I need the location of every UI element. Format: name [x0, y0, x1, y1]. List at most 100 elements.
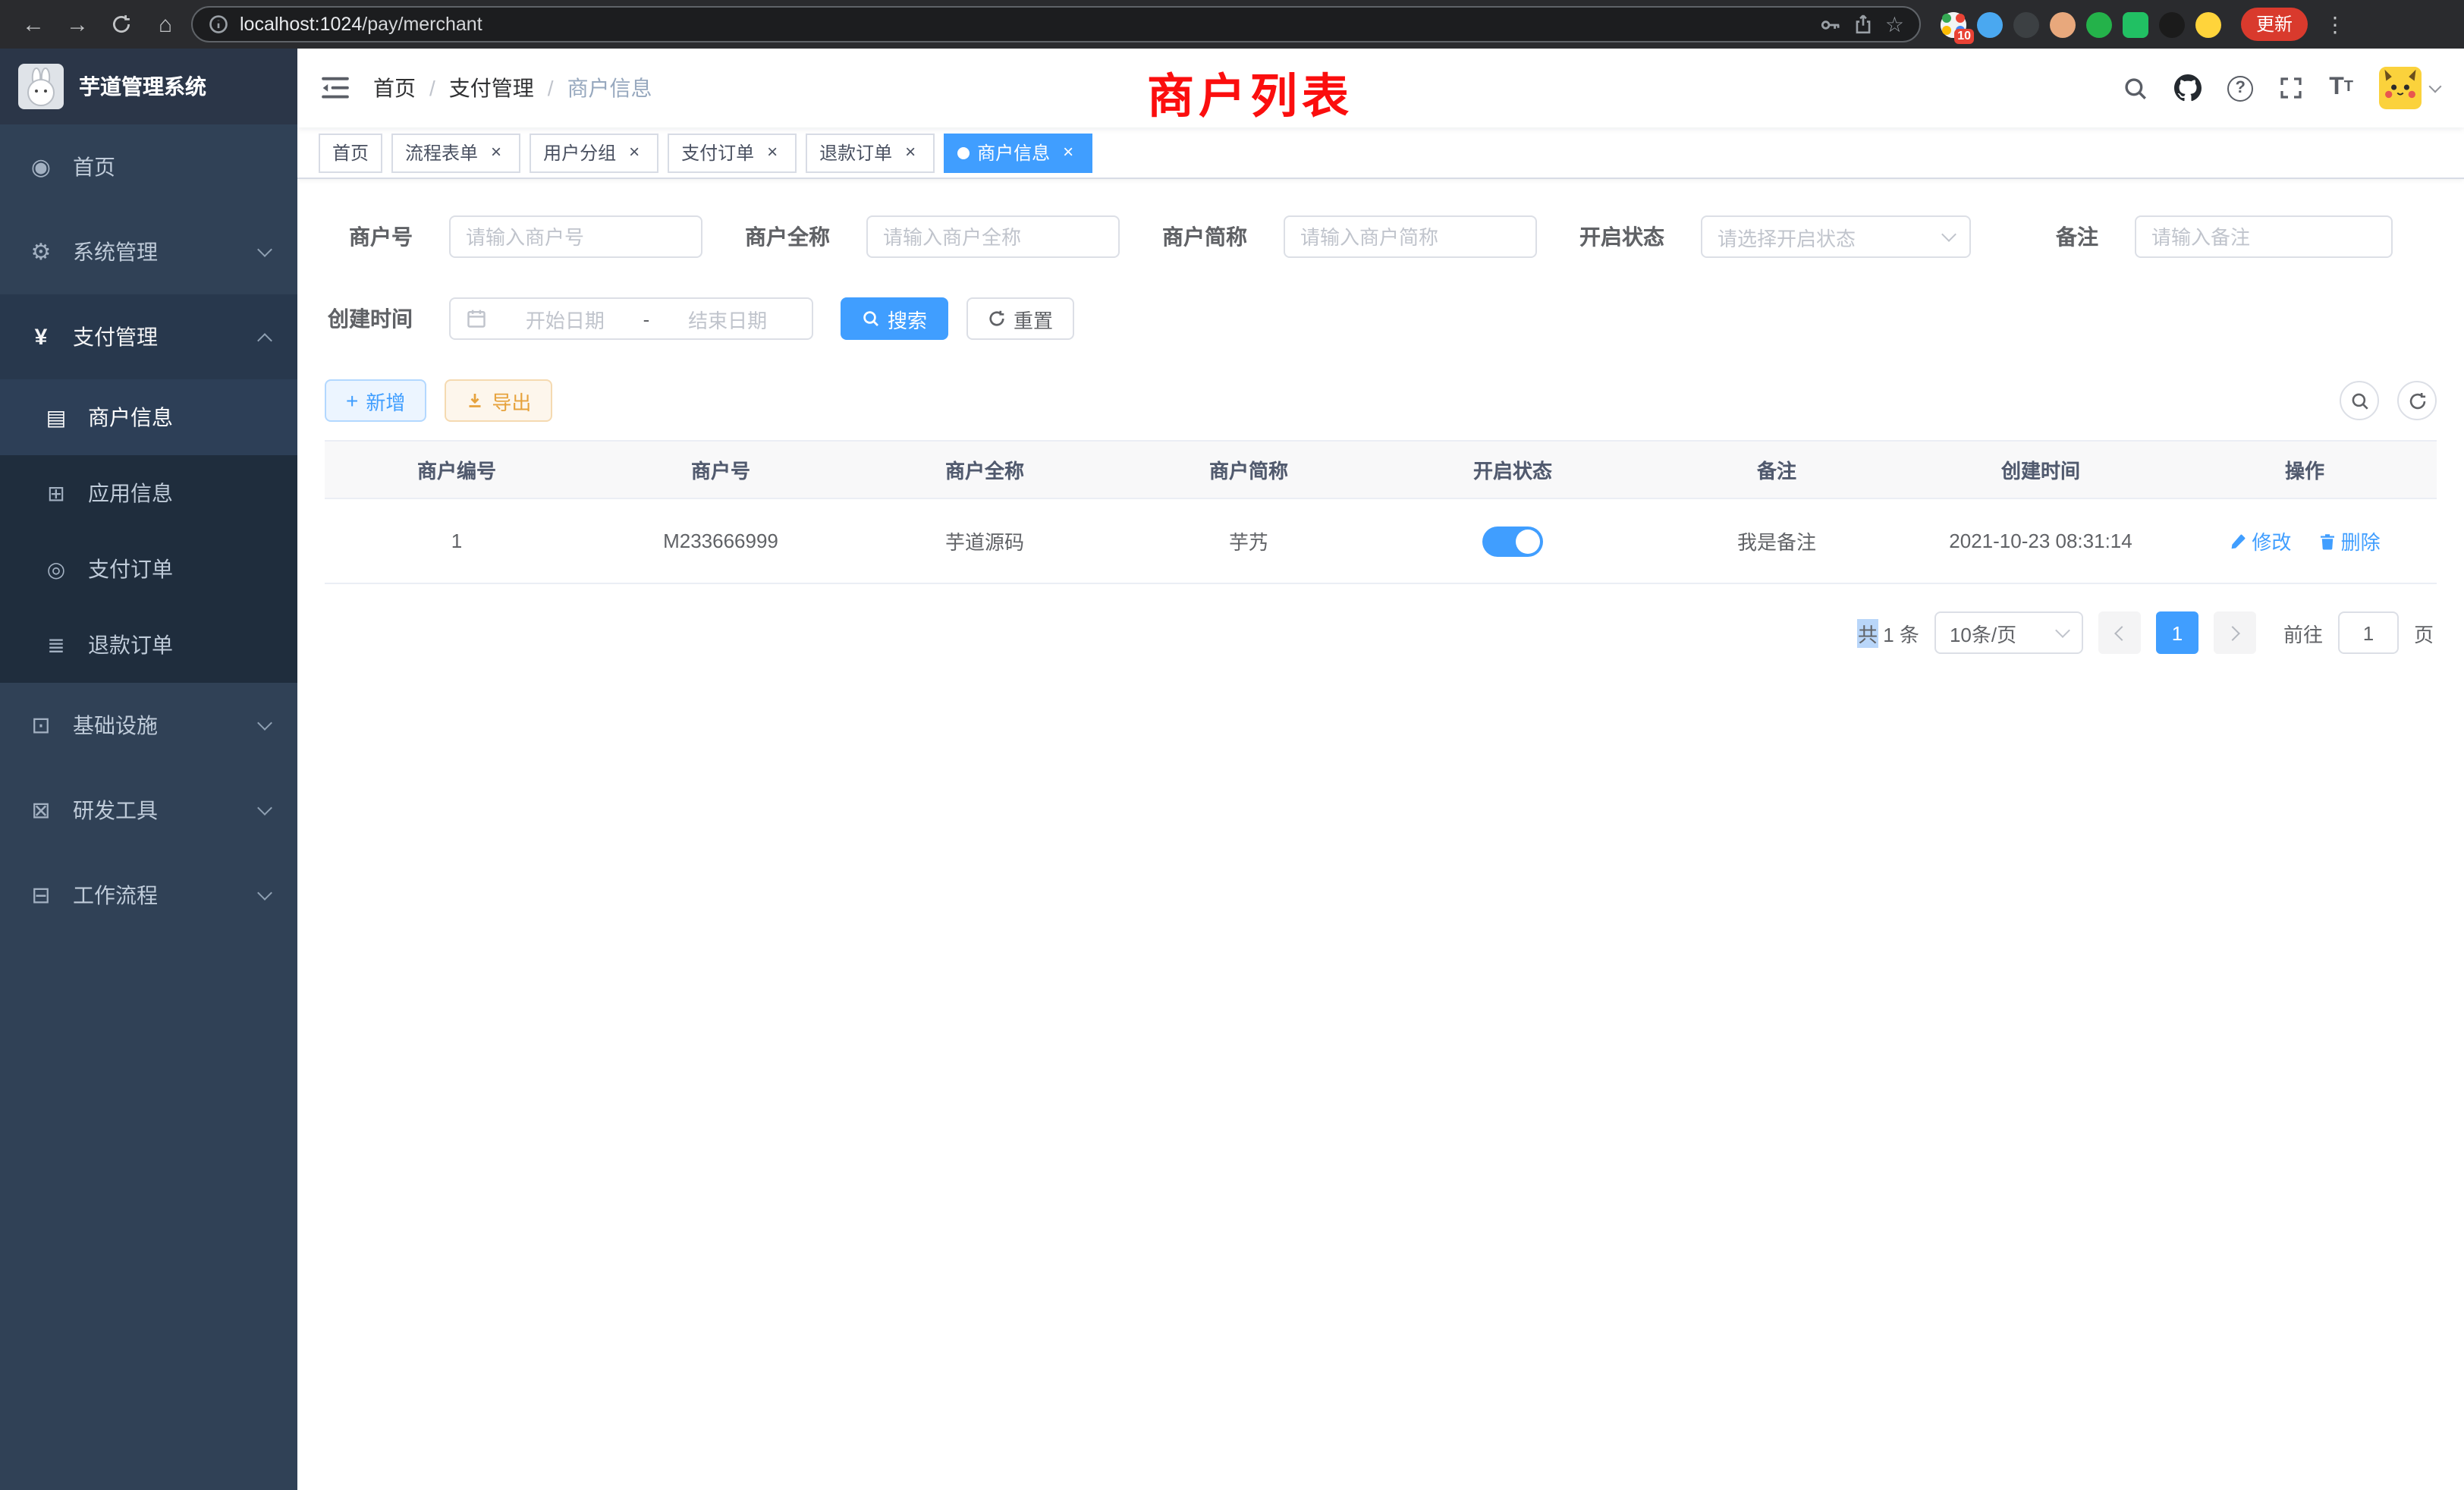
github-icon[interactable]: [2174, 74, 2202, 102]
prev-page-button[interactable]: [2098, 611, 2141, 654]
date-range-picker[interactable]: 开始日期 - 结束日期: [449, 297, 813, 340]
tab-label: 流程表单: [405, 140, 478, 165]
sidebar-item-workflow[interactable]: ⊟ 工作流程: [0, 853, 297, 938]
briefcase-icon: ⊟: [27, 882, 55, 909]
extension-icon[interactable]: [2159, 11, 2185, 37]
tab-merchant-info[interactable]: 商户信息 ×: [944, 133, 1092, 172]
extension-icon[interactable]: [2050, 11, 2076, 37]
sidebar-item-label: 商户信息: [88, 402, 173, 432]
status-label: 开启状态: [1561, 222, 1664, 252]
date-end-placeholder: 结束日期: [658, 304, 797, 333]
remark-input[interactable]: [2151, 225, 2376, 248]
search-icon: [862, 310, 880, 328]
extension-icon[interactable]: [2123, 11, 2148, 37]
remark-label: 备注: [1995, 222, 2098, 252]
table-row[interactable]: 1 M233666999 芋道源码 芋艿 我是备注 2021-10-23 08:…: [325, 498, 2437, 583]
extension-icon[interactable]: [2086, 11, 2112, 37]
export-button[interactable]: 导出: [445, 379, 552, 422]
help-icon[interactable]: ?: [2227, 75, 2253, 101]
table-header-cell: 操作: [2173, 441, 2437, 498]
sidebar-item-payment[interactable]: ¥ 支付管理: [0, 294, 297, 379]
app-logo[interactable]: 芋道管理系统: [0, 49, 297, 124]
tab-refund-order[interactable]: 退款订单 ×: [806, 133, 935, 172]
short-name-input[interactable]: [1300, 225, 1520, 248]
merchant-no-input[interactable]: [466, 225, 686, 248]
tab-process-form[interactable]: 流程表单 ×: [391, 133, 520, 172]
password-key-icon[interactable]: [1820, 13, 1843, 36]
sidebar-item-system[interactable]: ⚙ 系统管理: [0, 209, 297, 294]
extension-icon[interactable]: [2195, 11, 2221, 37]
page-size-select[interactable]: 10条/页: [1934, 611, 2083, 654]
sidebar-item-refund-order[interactable]: ≣ 退款订单: [0, 607, 297, 683]
filter-remark: 备注: [1995, 215, 2393, 258]
chevron-down-icon: [257, 242, 272, 257]
tab-close-icon[interactable]: ×: [624, 142, 645, 163]
search-icon[interactable]: [2123, 75, 2148, 101]
reload-button[interactable]: [103, 6, 140, 42]
reset-button[interactable]: 重置: [966, 297, 1074, 340]
extension-icon[interactable]: [2013, 11, 2039, 37]
cell-full-name: 芋道源码: [853, 498, 1117, 583]
status-toggle[interactable]: [1482, 526, 1543, 556]
extension-icon[interactable]: [1977, 11, 2003, 37]
table-header-cell: 开启状态: [1381, 441, 1645, 498]
table-header-cell: 商户号: [589, 441, 853, 498]
edit-link[interactable]: 修改: [2229, 527, 2291, 555]
sidebar-item-label: 支付订单: [88, 554, 173, 584]
tab-home[interactable]: 首页: [319, 133, 382, 172]
sidebar-item-label: 系统管理: [73, 237, 158, 267]
date-start-placeholder: 开始日期: [496, 304, 634, 333]
tab-payment-order[interactable]: 支付订单 ×: [668, 133, 797, 172]
home-button[interactable]: ⌂: [147, 6, 184, 42]
home-icon: ⌂: [159, 11, 172, 37]
sidebar-item-home[interactable]: ◉ 首页: [0, 124, 297, 209]
sidebar-item-infrastructure[interactable]: ⊡ 基础设施: [0, 683, 297, 768]
update-button[interactable]: 更新: [2241, 8, 2308, 41]
page-number-button[interactable]: 1: [2156, 611, 2198, 654]
sidebar-item-payment-order[interactable]: ◎ 支付订单: [0, 531, 297, 607]
tab-close-icon[interactable]: ×: [1058, 142, 1079, 163]
font-size-icon[interactable]: TT: [2329, 76, 2353, 100]
site-info-icon[interactable]: [208, 14, 229, 35]
top-navbar: 首页 / 支付管理 / 商户信息 商户列表 ? TT: [297, 49, 2464, 127]
goto-page-input[interactable]: [2338, 611, 2399, 654]
sidebar-item-devtools[interactable]: ⊠ 研发工具: [0, 768, 297, 853]
trash-icon: [2318, 532, 2337, 550]
table-tools: [2340, 381, 2437, 420]
share-icon[interactable]: [1853, 14, 1875, 35]
add-button[interactable]: + 新增: [325, 379, 426, 422]
tab-close-icon[interactable]: ×: [762, 142, 783, 163]
chevron-right-icon: [2225, 625, 2240, 640]
extension-icon[interactable]: 10: [1941, 11, 1966, 37]
search-button[interactable]: 搜索: [841, 297, 948, 340]
user-menu[interactable]: [2379, 67, 2440, 109]
refresh-table-button[interactable]: [2397, 381, 2437, 420]
fullscreen-icon[interactable]: [2279, 76, 2303, 100]
next-page-button[interactable]: [2214, 611, 2256, 654]
breadcrumb-item[interactable]: 首页: [373, 73, 416, 103]
address-bar[interactable]: localhost:1024/pay/merchant ☆: [191, 6, 1921, 42]
sidebar-item-merchant-info[interactable]: ▤ 商户信息: [0, 379, 297, 455]
forward-button[interactable]: →: [59, 6, 96, 42]
credit-card-icon: ▤: [42, 404, 70, 430]
back-button[interactable]: ←: [15, 6, 52, 42]
tab-label: 退款订单: [819, 140, 892, 165]
chevron-left-icon: [2114, 625, 2129, 640]
goto-label: 前往: [2283, 618, 2323, 647]
hide-search-button[interactable]: [2340, 381, 2379, 420]
sidebar-item-label: 工作流程: [73, 880, 158, 910]
delete-link[interactable]: 删除: [2318, 527, 2381, 555]
bookmark-star-icon[interactable]: ☆: [1885, 11, 1904, 37]
filter-create-time: 创建时间 开始日期 - 结束日期: [310, 297, 813, 340]
full-name-input[interactable]: [883, 225, 1103, 248]
tab-close-icon[interactable]: ×: [900, 142, 921, 163]
sidebar-item-label: 应用信息: [88, 478, 173, 508]
tab-user-group[interactable]: 用户分组 ×: [530, 133, 658, 172]
tab-close-icon[interactable]: ×: [486, 142, 507, 163]
browser-menu-icon[interactable]: ⋮: [2324, 11, 2346, 37]
sidebar-item-app-info[interactable]: ⊞ 应用信息: [0, 455, 297, 531]
hamburger-icon[interactable]: [322, 76, 349, 100]
extensions-area: 10: [1941, 11, 2221, 37]
breadcrumb-item[interactable]: 支付管理: [449, 73, 534, 103]
status-select[interactable]: 请选择开启状态: [1701, 215, 1971, 258]
